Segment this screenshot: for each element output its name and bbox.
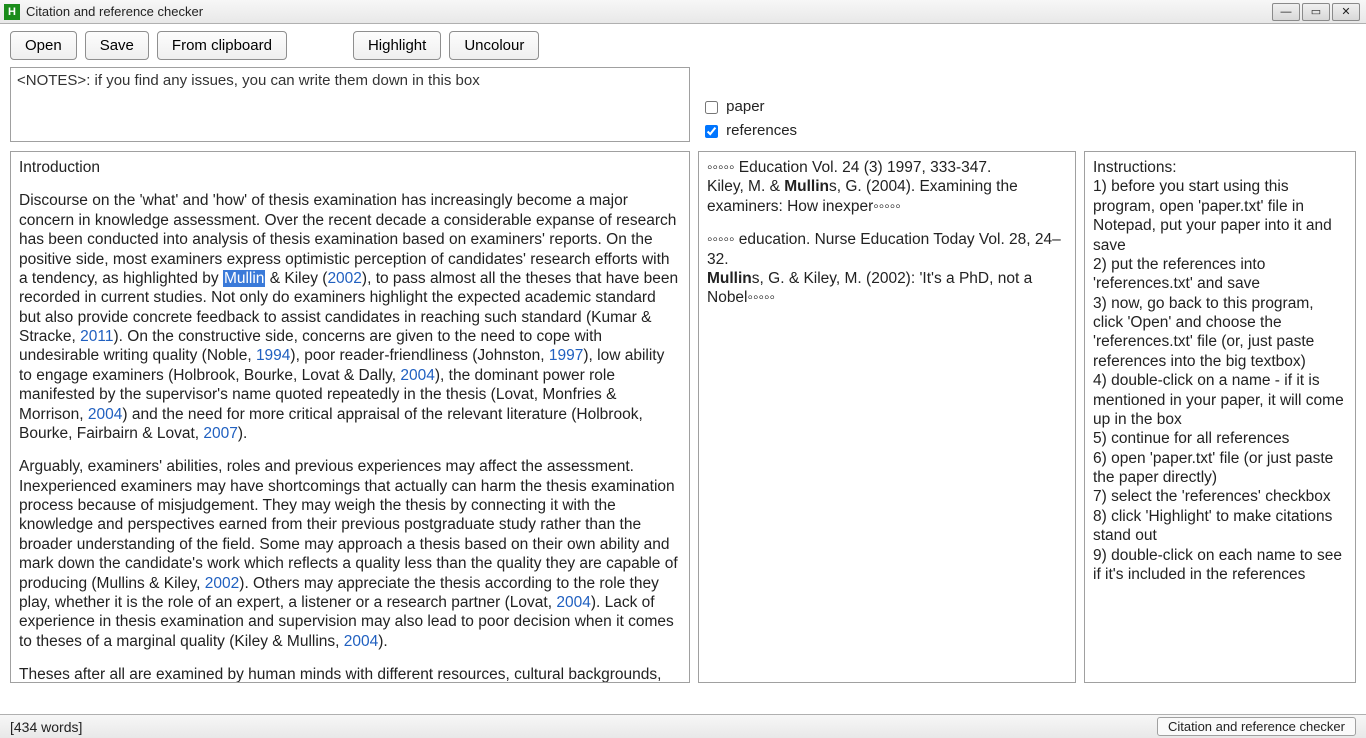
paper-paragraph-2: Arguably, examiners' abilities, roles an… [19, 457, 681, 651]
minimize-button[interactable]: — [1272, 3, 1300, 21]
paper-checkbox[interactable] [705, 101, 718, 114]
paper-checkbox-label[interactable]: paper [705, 95, 797, 119]
status-bar: [434 words] Citation and reference check… [0, 714, 1366, 738]
instruction-line: 1) before you start using this program, … [1093, 177, 1347, 255]
instruction-line: 5) continue for all references [1093, 429, 1347, 448]
window-title: Citation and reference checker [26, 4, 203, 19]
highlighted-name[interactable]: Mullin [223, 270, 265, 287]
open-button[interactable]: Open [10, 31, 77, 60]
status-chip: Citation and reference checker [1157, 717, 1356, 736]
reference-entry: Mullins, G. & Kiley, M. (2002): 'It's a … [707, 269, 1067, 308]
references-checkbox-text: references [726, 122, 797, 139]
uncolour-button[interactable]: Uncolour [449, 31, 539, 60]
notes-textarea[interactable] [10, 67, 690, 142]
references-checkbox-label[interactable]: references [705, 119, 797, 143]
word-count: [434 words] [10, 719, 82, 735]
reference-entry: ◦◦◦◦◦ education. Nurse Education Today V… [707, 230, 1067, 269]
reference-entry: ◦◦◦◦◦ Education Vol. 24 (3) 1997, 333-34… [707, 158, 1067, 177]
instructions-pane[interactable]: Instructions: 1) before you start using … [1084, 151, 1356, 683]
paper-paragraph-1: Discourse on the 'what' and 'how' of the… [19, 191, 681, 443]
references-pane[interactable]: ◦◦◦◦◦ Education Vol. 24 (3) 1997, 333-34… [698, 151, 1076, 683]
instruction-line: 3) now, go back to this program, click '… [1093, 294, 1347, 372]
save-button[interactable]: Save [85, 31, 149, 60]
paper-heading: Introduction [19, 158, 681, 177]
instruction-line: 4) double-click on a name - if it is men… [1093, 371, 1347, 429]
paper-paragraph-3: Theses after all are examined by human m… [19, 665, 681, 683]
from-clipboard-button[interactable]: From clipboard [157, 31, 287, 60]
app-icon: H [4, 4, 20, 20]
checkbox-group: paper references [705, 95, 797, 143]
instruction-line: 2) put the references into 'references.t… [1093, 255, 1347, 294]
close-button[interactable]: ✕ [1332, 3, 1360, 21]
instruction-line: 9) double-click on each name to see if i… [1093, 546, 1347, 585]
paper-pane[interactable]: Introduction Discourse on the 'what' and… [10, 151, 690, 683]
references-checkbox[interactable] [705, 125, 718, 138]
reference-entry: Kiley, M. & Mullins, G. (2004). Examinin… [707, 177, 1067, 216]
paper-checkbox-text: paper [726, 98, 764, 115]
toolbar: Open Save From clipboard Highlight Uncol… [0, 24, 1366, 67]
instruction-line: 8) click 'Highlight' to make citations s… [1093, 507, 1347, 546]
window-controls: — ▭ ✕ [1272, 3, 1360, 21]
instruction-line: 7) select the 'references' checkbox [1093, 487, 1347, 506]
instruction-line: 6) open 'paper.txt' file (or just paste … [1093, 449, 1347, 488]
instructions-heading: Instructions: [1093, 158, 1347, 177]
title-bar: H Citation and reference checker — ▭ ✕ [0, 0, 1366, 24]
highlight-button[interactable]: Highlight [353, 31, 441, 60]
maximize-button[interactable]: ▭ [1302, 3, 1330, 21]
